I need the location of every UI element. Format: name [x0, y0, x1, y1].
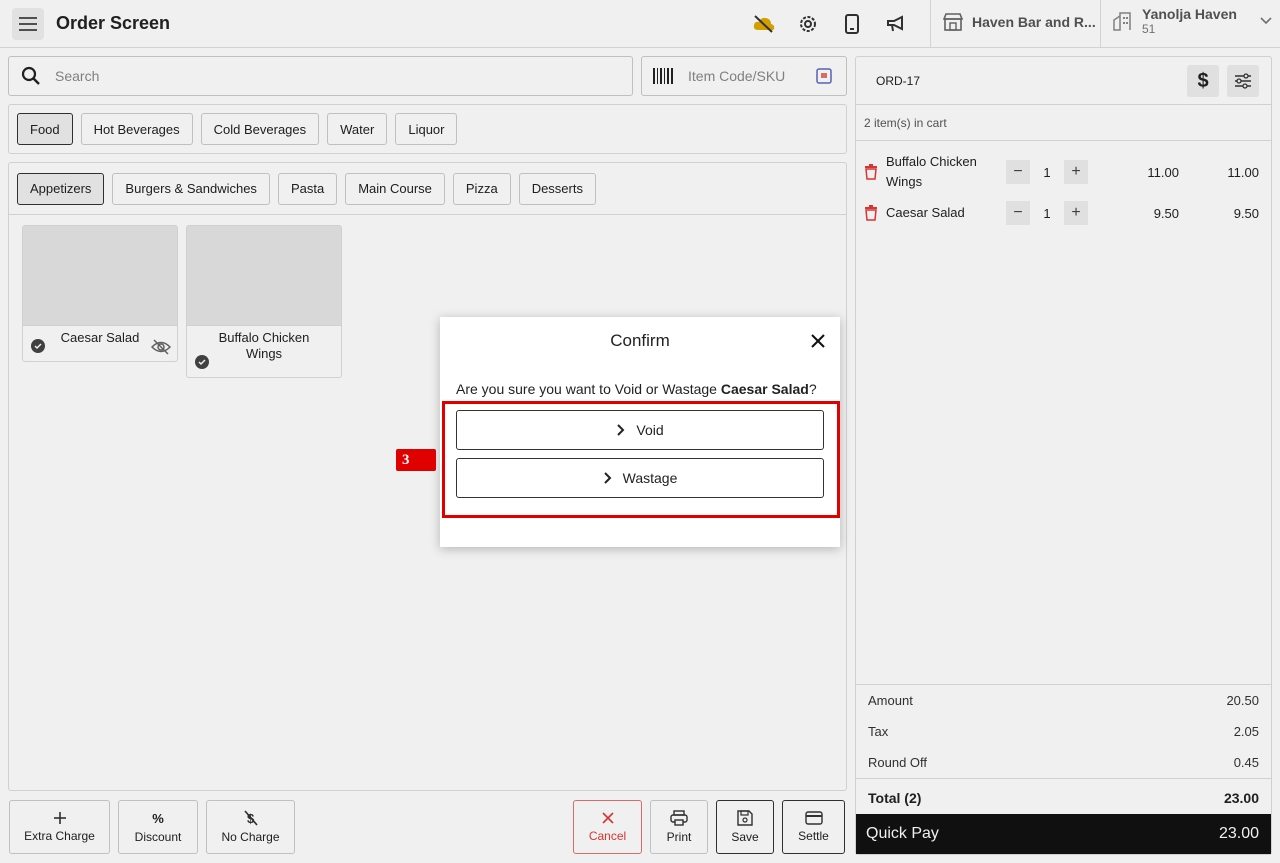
dialog-message: Are you sure you want to Void or Wastage… [456, 381, 817, 397]
annotation-highlight [442, 401, 840, 518]
close-icon [811, 334, 825, 348]
message-item: Caesar Salad [720, 381, 809, 397]
message-suffix: ? [808, 381, 817, 397]
dialog-title: Confirm [610, 331, 670, 350]
dialog-close-button[interactable] [808, 331, 828, 351]
message-prefix: Are you sure you want to Void or Wastage [456, 381, 721, 397]
annotation-step-badge: 3 [396, 449, 436, 471]
